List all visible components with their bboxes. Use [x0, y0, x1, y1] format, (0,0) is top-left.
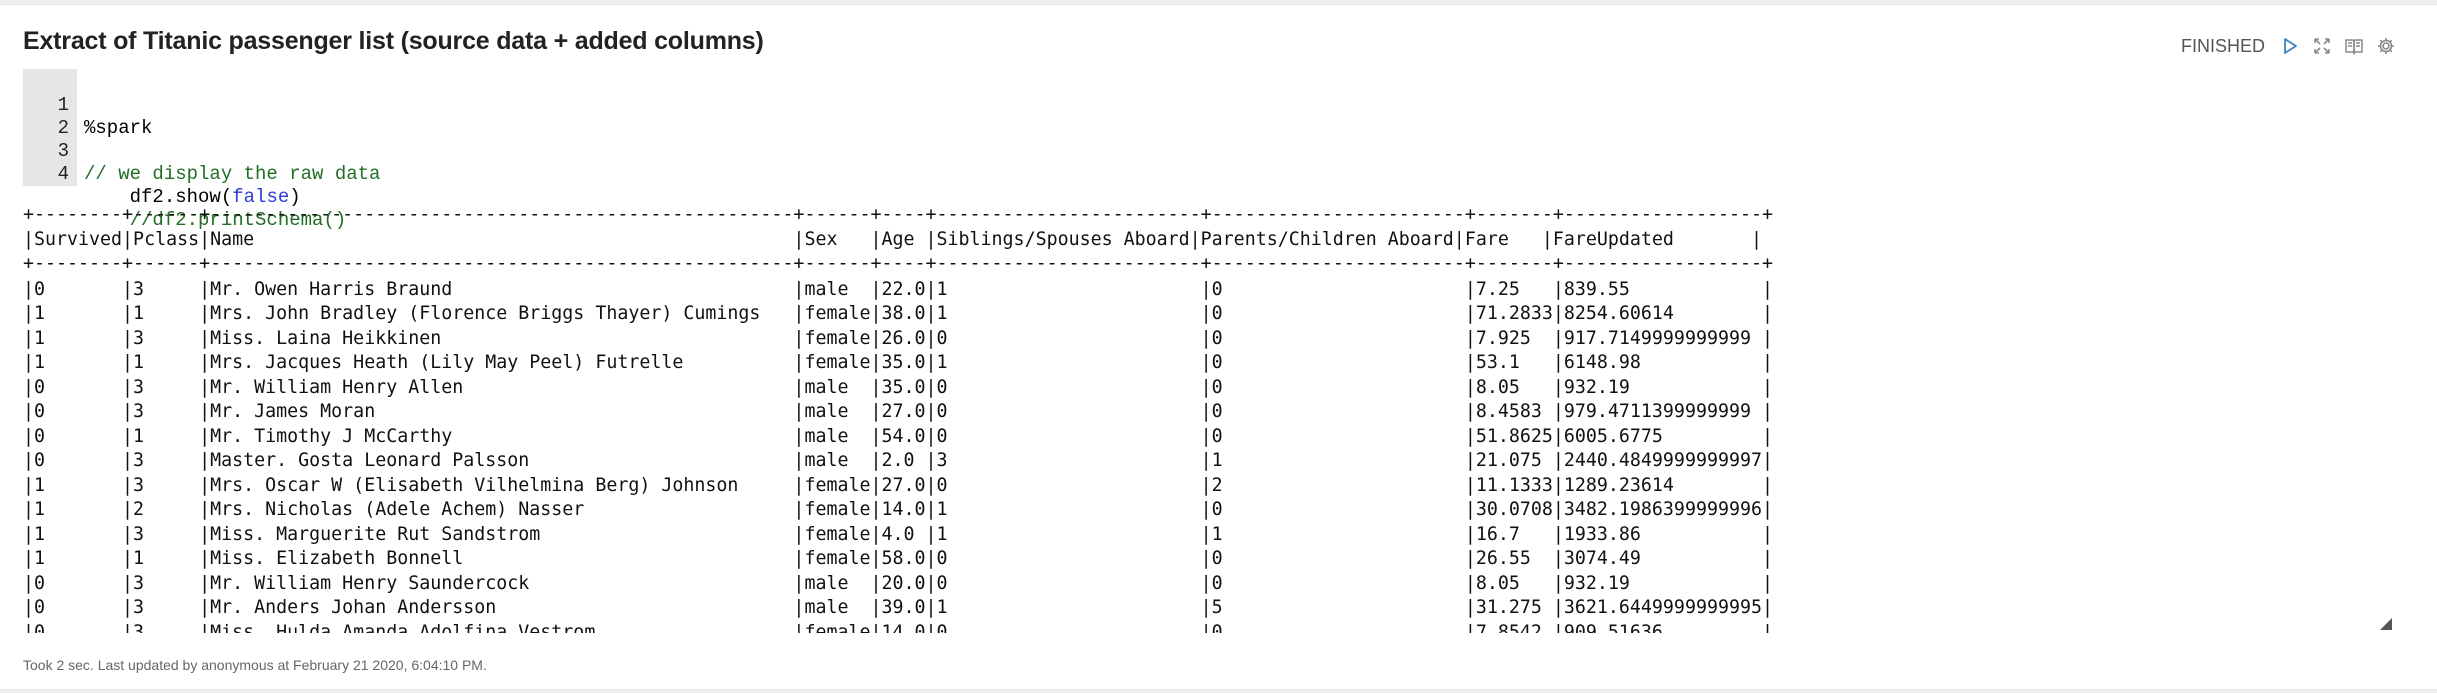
status-label: FINISHED: [2180, 35, 2265, 56]
table-row: |0 |3 |Mr. William Henry Allen |male |35…: [23, 376, 1773, 398]
book-icon[interactable]: [2343, 35, 2365, 57]
result-output[interactable]: +--------+------+-----------------------…: [23, 203, 2383, 633]
table-row: |1 |3 |Mrs. Oscar W (Elisabeth Vilhelmin…: [23, 474, 1773, 496]
table-row: |0 |3 |Mr. Owen Harris Braund |male |22.…: [23, 278, 1773, 300]
code-comment[interactable]: // we display the raw data: [84, 163, 380, 186]
resize-handle-icon[interactable]: [2380, 617, 2392, 630]
code-editor[interactable]: 1 %spark 2 3 // we display the raw data …: [23, 69, 2403, 231]
table-row: |0 |1 |Mr. Timothy J McCarthy |male |54.…: [23, 425, 1773, 447]
code-line[interactable]: 1 %spark: [23, 71, 153, 139]
table-row: |0 |3 |Mr. William Henry Saundercock |ma…: [23, 572, 1773, 594]
table-border: +--------+------+-----------------------…: [23, 253, 1773, 274]
code-line[interactable]: 4 df2.show(false): [23, 140, 301, 208]
table-header-row: |Survived|Pclass|Name |Sex |Age |Sibling…: [23, 228, 1762, 250]
run-icon[interactable]: [2279, 35, 2301, 57]
table-row: |1 |1 |Miss. Elizabeth Bonnell |female|5…: [23, 548, 1773, 569]
table-row: |0 |3 |Mr. Anders Johan Andersson |male …: [23, 597, 1773, 618]
paragraph-footer: Took 2 sec. Last updated by anonymous at…: [23, 657, 487, 673]
table-row: |1 |3 |Miss. Marguerite Rut Sandstrom |f…: [23, 523, 1773, 545]
table-row: |0 |3 |Miss. Hulda Amanda Adolfina Vestr…: [23, 621, 1773, 634]
table-border: +--------+------+-----------------------…: [23, 204, 1773, 225]
table-row: |1 |2 |Mrs. Nicholas (Adele Achem) Nasse…: [23, 499, 1773, 520]
code-line[interactable]: 2: [23, 94, 91, 139]
code-line[interactable]: //df2.printSchema(): [23, 163, 347, 231]
table-row: |1 |1 |Mrs. Jacques Heath (Lily May Peel…: [23, 352, 1773, 373]
expand-icon[interactable]: [2311, 35, 2333, 57]
paragraph-title[interactable]: Extract of Titanic passenger list (sourc…: [23, 27, 764, 56]
notebook-paragraph: Extract of Titanic passenger list (sourc…: [0, 4, 2437, 690]
table-row: |1 |1 |Mrs. John Bradley (Florence Brigg…: [23, 303, 1773, 324]
table-row: |0 |3 |Master. Gosta Leonard Palsson |ma…: [23, 450, 1773, 471]
table-row: |0 |3 |Mr. James Moran |male |27.0|0 |0 …: [23, 401, 1773, 422]
gear-icon[interactable]: [2375, 35, 2397, 57]
code-line[interactable]: 3 // we display the raw data: [23, 117, 381, 185]
table-row: |1 |3 |Miss. Laina Heikkinen |female|26.…: [23, 327, 1773, 349]
code-text[interactable]: %spark: [84, 117, 152, 140]
paragraph-controls: FINISHED: [2181, 35, 2397, 57]
